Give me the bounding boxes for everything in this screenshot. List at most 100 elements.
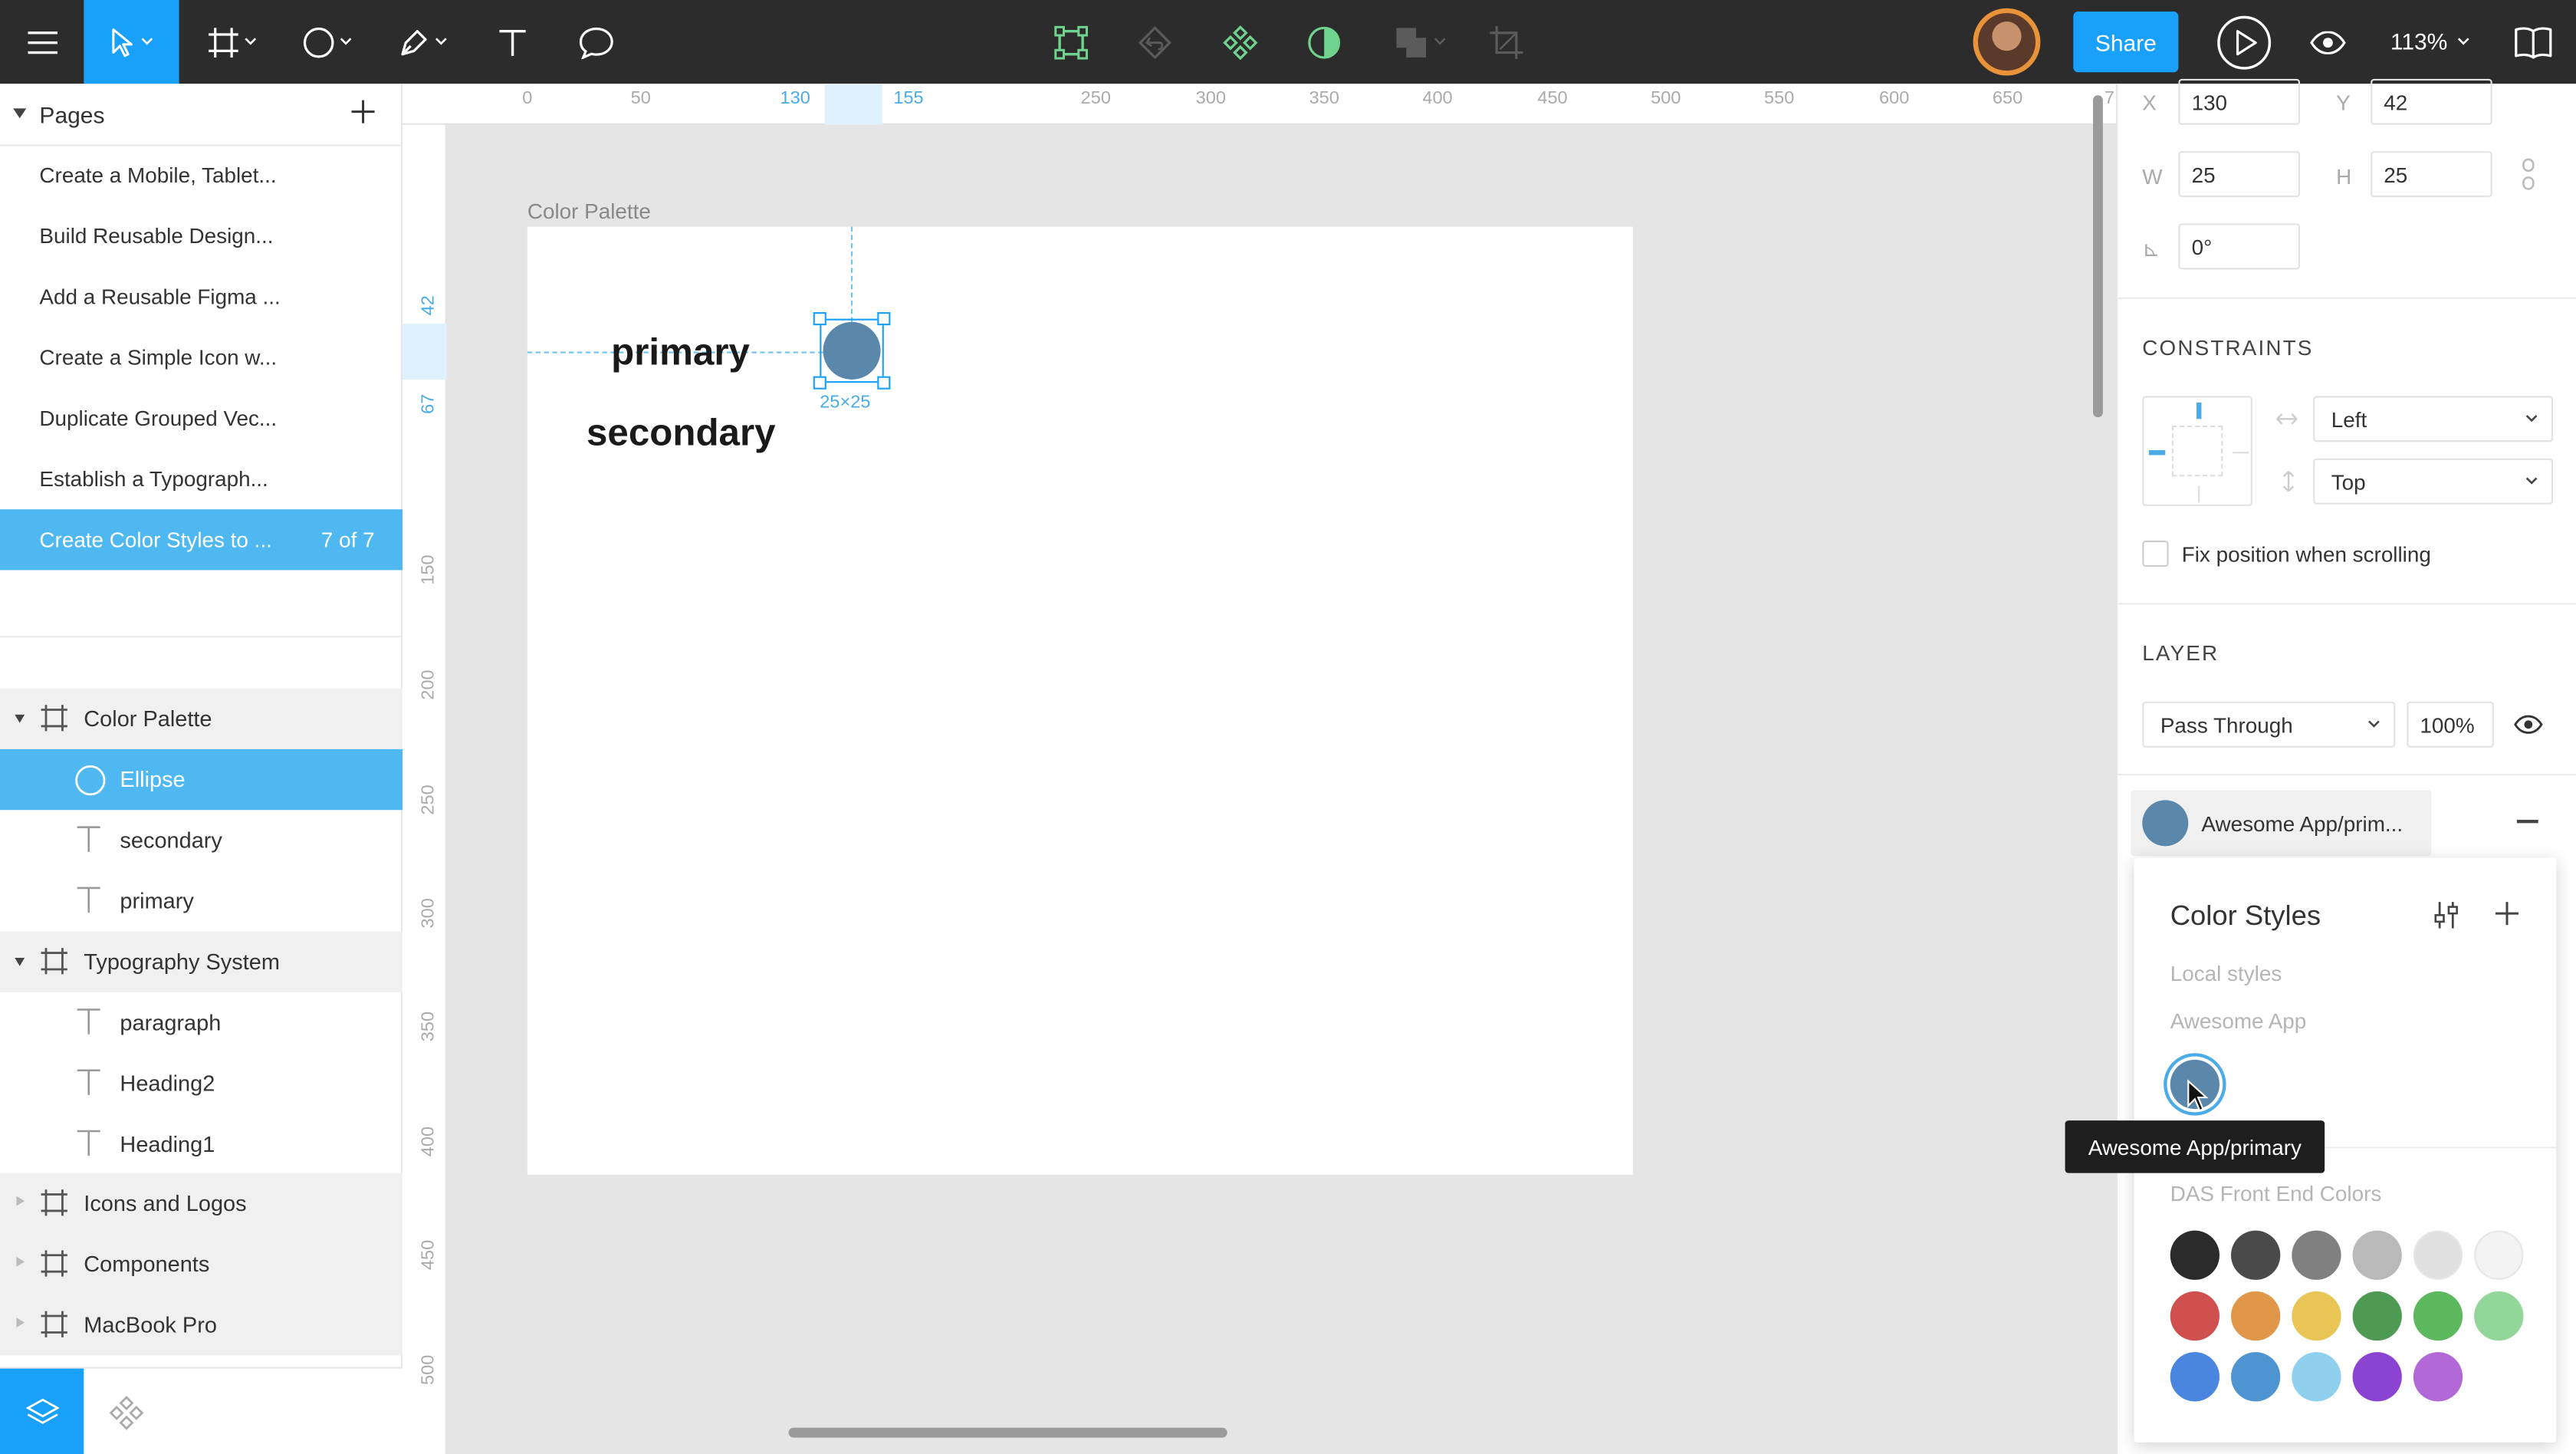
page-item-selected[interactable]: Create Color Styles to ... 7 of 7: [0, 509, 402, 571]
das-color-swatch[interactable]: [2413, 1230, 2463, 1280]
das-color-swatch[interactable]: [2292, 1291, 2341, 1341]
assets-tab-icon[interactable]: [84, 1369, 167, 1454]
horizontal-scrollbar[interactable]: [788, 1427, 1227, 1438]
rotation-input[interactable]: 0°: [2178, 223, 2300, 270]
page-item[interactable]: Add a Reusable Figma ...: [0, 266, 402, 327]
constraints-widget[interactable]: [2142, 396, 2252, 506]
width-input[interactable]: 25: [2178, 151, 2300, 198]
page-item[interactable]: Establish a Typograph...: [0, 449, 402, 509]
das-color-swatch[interactable]: [2231, 1291, 2281, 1341]
opacity-input[interactable]: 100%: [2407, 701, 2494, 748]
fill-style-label[interactable]: Awesome App/prim...: [2201, 811, 2403, 836]
layer-frame-color-palette[interactable]: Color Palette: [0, 688, 402, 749]
layer-ellipse[interactable]: Ellipse: [0, 748, 402, 811]
eye-icon[interactable]: [2300, 0, 2356, 84]
constraint-right-indicator[interactable]: [2233, 452, 2249, 454]
layers-tab-icon[interactable]: [0, 1368, 84, 1454]
primary-text-layer[interactable]: primary: [611, 331, 750, 375]
blend-mode-select[interactable]: Pass Through: [2142, 701, 2396, 748]
menu-icon[interactable]: [0, 0, 84, 84]
das-color-swatch[interactable]: [2413, 1352, 2463, 1402]
das-color-swatch[interactable]: [2352, 1352, 2402, 1402]
das-color-swatch[interactable]: [2292, 1352, 2341, 1402]
share-button[interactable]: Share: [2073, 11, 2179, 73]
fill-style-row[interactable]: Awesome App/prim...: [2131, 790, 2432, 857]
secondary-text-layer[interactable]: secondary: [586, 411, 776, 456]
pen-tool-icon[interactable]: [383, 0, 462, 84]
das-color-swatch[interactable]: [2292, 1230, 2341, 1280]
page-item[interactable]: Create a Mobile, Tablet...: [0, 145, 402, 206]
das-color-swatch[interactable]: [2231, 1352, 2281, 1402]
library-icon[interactable]: [2504, 0, 2563, 84]
selected-ellipse[interactable]: [813, 312, 891, 390]
expand-triangle-icon[interactable]: [15, 958, 25, 966]
layer-text-paragraph[interactable]: paragraph: [0, 992, 402, 1053]
das-color-swatch[interactable]: [2352, 1291, 2402, 1341]
page-item[interactable]: Duplicate Grouped Vec...: [0, 388, 402, 449]
expand-triangle-icon[interactable]: [15, 714, 25, 723]
ellipse-tool-icon[interactable]: [288, 0, 366, 84]
text-tool-icon[interactable]: [483, 0, 542, 84]
resize-handle[interactable]: [877, 376, 891, 390]
constrain-proportions-icon[interactable]: [2520, 158, 2536, 191]
user-avatar[interactable]: [1973, 8, 2041, 76]
adjust-sliders-icon[interactable]: [2430, 899, 2463, 932]
design-canvas[interactable]: Color Palette primary secondary 25×25: [446, 95, 2116, 1454]
layer-text-primary[interactable]: primary: [0, 870, 402, 931]
das-color-swatch[interactable]: [2170, 1230, 2220, 1280]
layer-frame-typography-system[interactable]: Typography System: [0, 931, 402, 992]
remove-fill-icon[interactable]: [2516, 820, 2538, 823]
das-color-swatch[interactable]: [2352, 1230, 2402, 1280]
layer-frame-components[interactable]: Components: [0, 1233, 402, 1295]
layer-frame-icons-and-logos[interactable]: Icons and Logos: [0, 1173, 402, 1234]
das-color-swatch[interactable]: [2413, 1291, 2463, 1341]
layer-frame-macbook-pro[interactable]: MacBook Pro: [0, 1294, 402, 1356]
horizontal-constraint-select[interactable]: Left: [2313, 396, 2553, 442]
layer-visibility-eye-icon[interactable]: [2514, 715, 2544, 735]
page-item[interactable]: Create a Simple Icon w...: [0, 327, 402, 387]
layer-text-secondary[interactable]: secondary: [0, 810, 402, 870]
layer-text-heading1[interactable]: Heading1: [0, 1114, 402, 1175]
crop-icon[interactable]: [1482, 0, 1531, 84]
das-color-swatch[interactable]: [2170, 1352, 2220, 1402]
resize-handle[interactable]: [877, 312, 891, 326]
vertical-constraint-select[interactable]: Top: [2313, 458, 2553, 505]
das-color-swatch[interactable]: [2170, 1291, 2220, 1341]
mask-icon[interactable]: [1300, 0, 1349, 84]
height-input[interactable]: 25: [2371, 151, 2492, 198]
move-tool-icon[interactable]: [84, 0, 179, 84]
frame-tool-icon[interactable]: [192, 0, 271, 84]
play-icon[interactable]: [2210, 0, 2279, 84]
edit-object-icon[interactable]: [1045, 0, 1098, 84]
fix-position-label[interactable]: Fix position when scrolling: [2182, 542, 2431, 567]
das-color-swatch[interactable]: [2474, 1230, 2524, 1280]
fill-style-swatch[interactable]: [2142, 800, 2189, 847]
component-icon[interactable]: [1216, 0, 1265, 84]
x-input[interactable]: 130: [2178, 78, 2300, 125]
reset-instance-icon[interactable]: [1130, 0, 1179, 84]
collapsed-triangle-icon[interactable]: [16, 1256, 25, 1267]
layer-text-heading2[interactable]: Heading2: [0, 1053, 402, 1114]
add-page-icon[interactable]: [350, 99, 376, 125]
color-palette-frame[interactable]: primary secondary 25×25: [527, 226, 1633, 1175]
resize-handle[interactable]: [813, 376, 826, 390]
collapse-triangle-icon[interactable]: [13, 108, 27, 119]
constraint-bottom-indicator[interactable]: [2198, 486, 2200, 503]
resize-handle[interactable]: [813, 312, 826, 326]
zoom-chevron-down-icon[interactable]: [2457, 38, 2469, 46]
das-color-swatch[interactable]: [2474, 1291, 2524, 1341]
zoom-level[interactable]: 113%: [2390, 28, 2448, 54]
constraint-left-indicator[interactable]: [2148, 450, 2166, 456]
add-style-icon[interactable]: [2494, 900, 2520, 926]
collapsed-triangle-icon[interactable]: [16, 1196, 25, 1206]
boolean-icon[interactable]: [1383, 0, 1455, 84]
constraint-top-indicator[interactable]: [2196, 402, 2202, 419]
pages-header[interactable]: Pages: [0, 84, 402, 146]
comment-tool-icon[interactable]: [565, 0, 627, 84]
y-input[interactable]: 42: [2371, 78, 2492, 125]
das-color-swatch[interactable]: [2231, 1230, 2281, 1280]
page-item[interactable]: Build Reusable Design...: [0, 206, 402, 266]
vertical-scrollbar[interactable]: [2093, 95, 2103, 418]
fix-position-checkbox[interactable]: [2142, 540, 2169, 567]
frame-label[interactable]: Color Palette: [527, 199, 651, 223]
